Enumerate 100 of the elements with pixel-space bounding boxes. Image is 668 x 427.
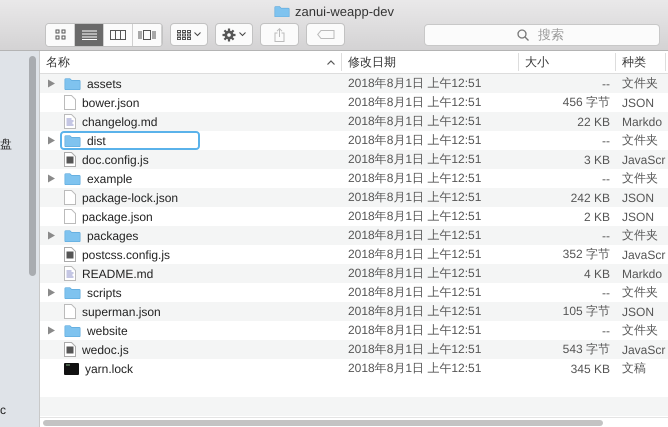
kind-cell-text: JSON [621, 190, 656, 204]
disclosure-triangle-icon[interactable] [47, 288, 56, 297]
arrange-button[interactable] [170, 23, 208, 46]
file-name: superman.json [82, 304, 161, 318]
folder-icon [274, 4, 290, 18]
kind-cell-text: JSON [621, 96, 656, 110]
sidebar-item[interactable]: c [0, 403, 39, 417]
date-cell-text: 2018年8月1日 上午12:51 [347, 284, 482, 301]
script-file-icon [64, 152, 76, 167]
folder-icon [64, 172, 81, 186]
search-field[interactable]: 搜索 [424, 24, 660, 46]
file-row[interactable]: wedoc.js 2018年8月1日 上午12:51 543 字节 JavaScr [40, 340, 668, 359]
document-icon [64, 95, 76, 110]
tag-button[interactable] [306, 23, 345, 46]
grid-icon [54, 29, 66, 40]
column-header[interactable]: 大小 [519, 53, 616, 71]
file-name: README.md [82, 266, 154, 280]
script-file-icon [64, 247, 76, 262]
kind-cell-text: 文件夹 [621, 284, 659, 301]
sidebar-item[interactable]: 盘 [0, 136, 39, 153]
size-cell-text: 242 KB [570, 190, 611, 204]
date-cell-text: 2018年8月1日 上午12:51 [347, 341, 482, 358]
size-cell-text: 2 KB [582, 210, 611, 224]
disclosure-triangle-icon[interactable] [47, 79, 56, 88]
scrollbar-thumb[interactable] [43, 420, 603, 426]
document-icon [64, 304, 76, 319]
kind-cell-text: 文件夹 [621, 170, 659, 187]
view-mode-button[interactable] [46, 24, 75, 46]
file-name: doc.config.js [82, 152, 149, 166]
file-row[interactable]: packages 2018年8月1日 上午12:51 -- 文件夹 [40, 226, 668, 245]
document-icon [64, 209, 76, 224]
action-button[interactable] [215, 23, 253, 46]
date-cell-text: 2018年8月1日 上午12:51 [347, 303, 482, 320]
terminal-icon [64, 362, 79, 374]
column-header[interactable]: 修改日期 [342, 53, 519, 71]
kind-cell-text: Markdo [621, 114, 664, 128]
search-icon [517, 28, 529, 40]
file-name: example [87, 172, 132, 186]
caret-icon [239, 32, 246, 37]
size-cell-text: 543 字节 [562, 341, 611, 358]
disclosure-triangle-icon[interactable] [47, 174, 56, 183]
disclosure-triangle-icon[interactable] [47, 136, 56, 145]
file-name: bower.json [82, 96, 140, 110]
file-row[interactable]: package-lock.json 2018年8月1日 上午12:51 242 KB JSON [40, 188, 668, 207]
date-cell-text: 2018年8月1日 上午12:51 [347, 227, 482, 244]
file-name: postcss.config.js [82, 248, 170, 262]
size-cell-text: 345 KB [570, 362, 611, 376]
size-cell-text: -- [601, 134, 611, 148]
column-header[interactable]: 名称 [40, 53, 342, 71]
caret-icon [194, 32, 201, 37]
file-name: assets [87, 76, 122, 90]
scrollbar-thumb[interactable] [29, 56, 36, 276]
columns-icon [110, 30, 126, 40]
file-name: package.json [82, 210, 153, 224]
folder-icon [64, 134, 81, 148]
file-row[interactable]: changelog.md 2018年8月1日 上午12:51 22 KB Markdo [40, 112, 668, 131]
file-name: yarn.lock [85, 362, 134, 376]
kind-cell-text: 文件夹 [621, 132, 659, 149]
file-name: package-lock.json [82, 190, 178, 204]
file-row[interactable]: doc.config.js 2018年8月1日 上午12:51 3 KB JavaScr [40, 150, 668, 169]
disclosure-triangle-icon[interactable] [47, 231, 56, 240]
date-cell-text: 2018年8月1日 上午12:51 [347, 360, 482, 377]
date-cell-text: 2018年8月1日 上午12:51 [347, 94, 482, 111]
folder-icon [64, 286, 81, 300]
column-header[interactable]: 种类 [616, 53, 666, 71]
date-cell-text: 2018年8月1日 上午12:51 [347, 189, 482, 206]
file-name: packages [87, 228, 138, 242]
file-row[interactable]: assets 2018年8月1日 上午12:51 -- 文件夹 [40, 74, 668, 93]
date-cell-text: 2018年8月1日 上午12:51 [347, 75, 482, 92]
date-cell-text: 2018年8月1日 上午12:51 [347, 265, 482, 282]
gear-icon [222, 28, 236, 42]
share-button[interactable] [260, 23, 299, 46]
kind-cell-text: JSON [621, 304, 656, 318]
file-name: wedoc.js [82, 342, 129, 356]
size-cell-text: 105 字节 [562, 303, 611, 320]
file-name: scripts [87, 286, 122, 300]
size-cell-text: -- [601, 76, 611, 90]
share-icon [274, 28, 285, 42]
gallery-icon [138, 30, 156, 40]
document-icon [64, 190, 76, 205]
kind-cell-text: JSON [621, 210, 656, 224]
file-row[interactable]: README.md 2018年8月1日 上午12:51 4 KB Markdo [40, 264, 668, 283]
file-row[interactable]: superman.json 2018年8月1日 上午12:51 105 字节 JSON [40, 302, 668, 321]
disclosure-triangle-icon[interactable] [47, 326, 56, 335]
date-cell-text: 2018年8月1日 上午12:51 [347, 208, 482, 225]
kind-cell-text: 文件夹 [621, 322, 659, 339]
grid-icon [177, 30, 191, 40]
file-name: changelog.md [82, 114, 158, 128]
size-cell-text: 456 字节 [562, 94, 611, 111]
view-mode-button[interactable] [75, 24, 104, 46]
size-cell-text: 3 KB [582, 152, 611, 166]
size-cell-text: 352 字节 [562, 246, 611, 263]
folder-icon [64, 76, 81, 90]
folder-icon [64, 324, 81, 338]
list-icon [82, 30, 96, 40]
kind-cell-text: JavaScr [621, 342, 666, 356]
text-document-icon [64, 266, 76, 281]
kind-cell-text: JavaScr [621, 248, 666, 262]
date-cell-text: 2018年8月1日 上午12:51 [347, 113, 482, 130]
folder-icon [64, 228, 81, 242]
